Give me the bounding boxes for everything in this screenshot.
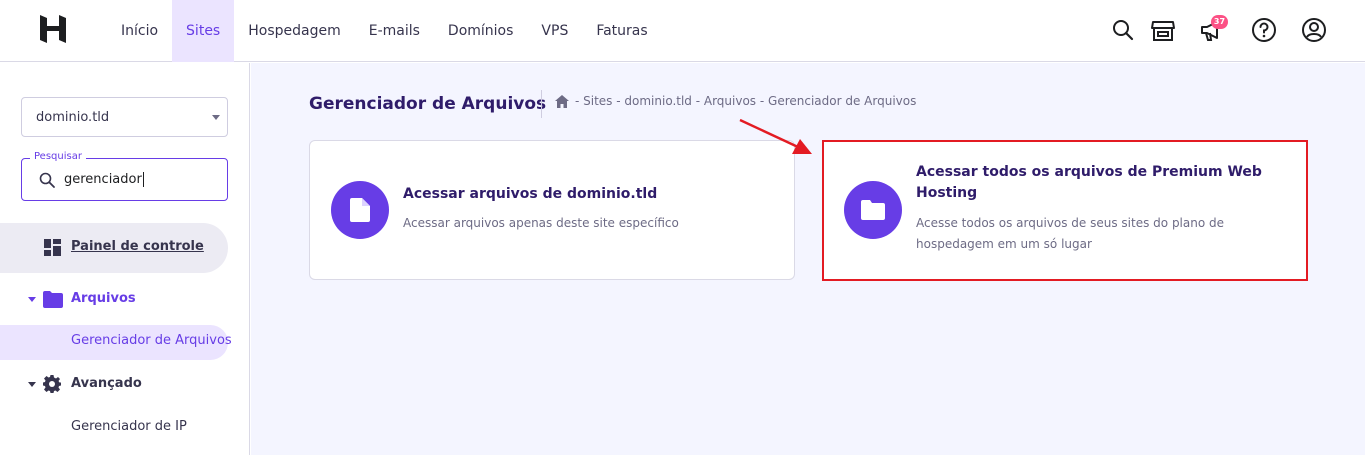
home-icon[interactable] xyxy=(555,94,569,108)
nav-vps[interactable]: VPS xyxy=(527,0,582,62)
search-label: Pesquisar xyxy=(30,151,86,162)
card-description: Acesse todos os arquivos de seus sites d… xyxy=(916,216,1225,251)
folder-icon xyxy=(43,291,63,308)
store-icon[interactable] xyxy=(1150,17,1176,43)
chevron-down-icon[interactable] xyxy=(28,382,36,387)
domain-select-value: dominio.tld xyxy=(36,109,110,125)
gear-icon xyxy=(43,375,61,393)
file-icon xyxy=(350,198,370,222)
sidebar-item-label: Painel de controle xyxy=(71,239,204,254)
notification-badge: 37 xyxy=(1211,15,1228,29)
title-divider xyxy=(541,90,542,118)
chevron-down-icon xyxy=(212,115,220,120)
nav-emails[interactable]: E-mails xyxy=(355,0,434,62)
nav-inicio[interactable]: Início xyxy=(107,0,172,62)
sidebar: dominio.tld Pesquisar gerenciador Painel… xyxy=(0,63,250,455)
help-icon[interactable] xyxy=(1251,17,1277,43)
breadcrumb: - Sites - dominio.tld - Arquivos - Geren… xyxy=(555,94,916,108)
annotation-arrow xyxy=(739,118,812,154)
search-field[interactable]: Pesquisar gerenciador xyxy=(21,151,228,201)
sidebar-group-advanced[interactable]: Avançado xyxy=(71,376,142,391)
dashboard-icon xyxy=(44,239,61,256)
account-icon[interactable] xyxy=(1301,17,1327,43)
sidebar-item-dashboard[interactable]: Painel de controle xyxy=(0,223,228,273)
sidebar-item-ip-manager[interactable]: Gerenciador de IP xyxy=(71,419,187,434)
sidebar-item-label[interactable]: Gerenciador de Arquivos xyxy=(71,333,232,348)
search-input[interactable]: gerenciador xyxy=(64,172,144,187)
search-icon xyxy=(39,172,55,188)
sidebar-group-files[interactable]: Arquivos xyxy=(71,291,136,306)
card-all-hosting-files[interactable]: Acessar todos os arquivos de Premium Web… xyxy=(822,140,1308,281)
domain-select[interactable]: dominio.tld xyxy=(21,97,228,137)
chevron-down-icon[interactable] xyxy=(28,297,36,302)
card-description: Acessar arquivos apenas deste site espec… xyxy=(403,216,679,230)
card-icon-circle xyxy=(844,181,902,239)
nav-dominios[interactable]: Domínios xyxy=(434,0,528,62)
folder-icon xyxy=(861,200,885,220)
card-site-files[interactable]: Acessar arquivos de dominio.tld Acessar … xyxy=(309,140,795,280)
nav-faturas[interactable]: Faturas xyxy=(582,0,661,62)
main-nav: Início Sites Hospedagem E-mails Domínios… xyxy=(107,0,662,62)
hostinger-logo-icon[interactable] xyxy=(40,15,66,43)
breadcrumb-path[interactable]: - Sites - dominio.tld - Arquivos - Geren… xyxy=(575,94,916,108)
page-title: Gerenciador de Arquivos xyxy=(309,94,547,114)
card-title: Acessar arquivos de dominio.tld xyxy=(403,186,658,202)
search-icon[interactable] xyxy=(1110,17,1136,43)
nav-hospedagem[interactable]: Hospedagem xyxy=(234,0,355,62)
nav-sites[interactable]: Sites xyxy=(172,0,235,62)
top-navigation: Início Sites Hospedagem E-mails Domínios… xyxy=(0,0,1365,62)
card-icon-circle xyxy=(331,181,389,239)
card-title: Acessar todos os arquivos de Premium Web… xyxy=(916,164,1262,201)
